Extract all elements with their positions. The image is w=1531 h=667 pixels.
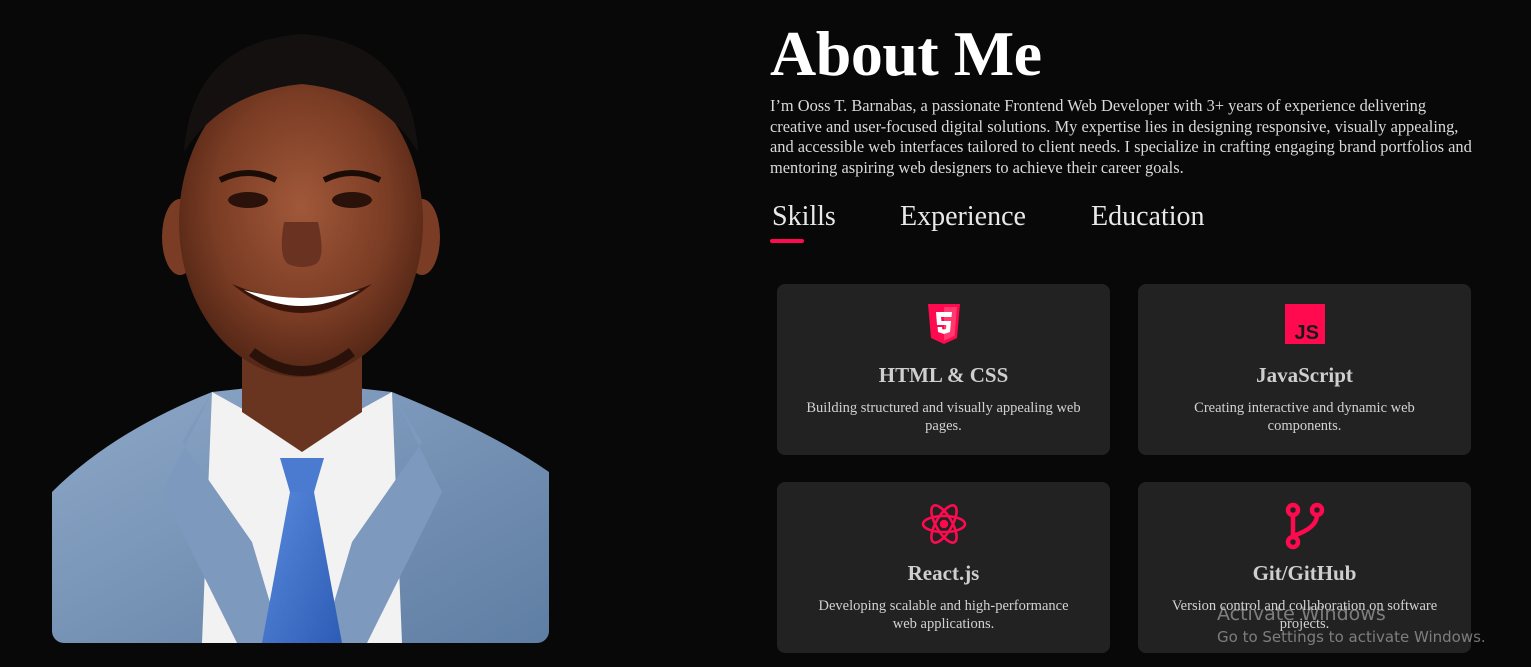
skill-title: React.js — [907, 561, 980, 585]
html5-icon — [777, 304, 1110, 348]
skill-card-javascript: JS JavaScript Creating interactive and d… — [1138, 284, 1471, 455]
skill-description: Creating interactive and dynamic web com… — [1194, 400, 1415, 434]
react-icon — [777, 502, 1110, 546]
skill-title: Git/GitHub — [1252, 561, 1357, 585]
tab-experience[interactable]: Experience — [900, 200, 1026, 234]
skill-card-react: React.js Developing scalable and high-pe… — [777, 482, 1110, 653]
git-branch-icon — [1138, 502, 1471, 550]
skill-card-html-css: HTML & CSS Building structured and visua… — [777, 284, 1110, 455]
tab-skills[interactable]: Skills — [772, 200, 836, 234]
skill-title: JavaScript — [1256, 363, 1353, 387]
javascript-icon: JS — [1138, 304, 1471, 348]
active-tab-indicator — [770, 239, 804, 243]
skill-description: Building structured and visually appeali… — [806, 400, 1081, 434]
watermark-title: Activate Windows — [1217, 603, 1386, 625]
about-section: About Me I’m Ooss T. Barnabas, a passion… — [770, 18, 1480, 178]
tab-education[interactable]: Education — [1091, 200, 1205, 234]
skill-title: HTML & CSS — [878, 363, 1009, 387]
bio-text: I’m Ooss T. Barnabas, a passionate Front… — [770, 96, 1472, 177]
js-badge-text: JS — [1294, 322, 1318, 344]
about-page: About Me I’m Ooss T. Barnabas, a passion… — [0, 0, 1531, 667]
profile-photo — [52, 22, 549, 643]
watermark-subtitle: Go to Settings to activate Windows. — [1217, 628, 1486, 646]
activate-windows-watermark: Activate Windows Go to Settings to activ… — [1217, 602, 1486, 648]
skill-description: Developing scalable and high-performance… — [818, 598, 1069, 632]
page-title: About Me — [770, 18, 1042, 89]
